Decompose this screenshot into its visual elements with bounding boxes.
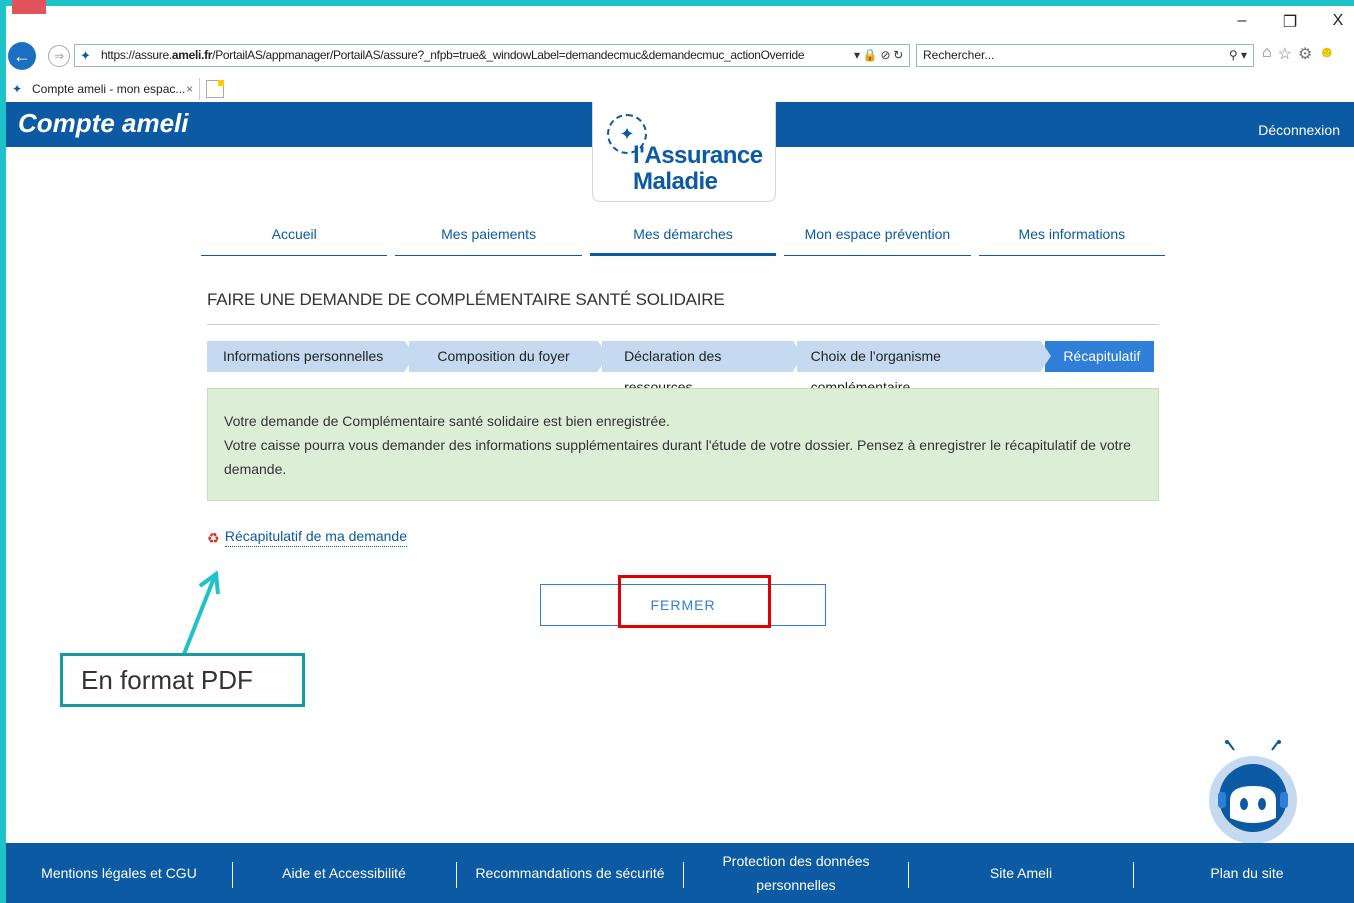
page-title: FAIRE UNE DEMANDE DE COMPLÉMENTAIRE SANT…	[207, 290, 725, 309]
assurance-maladie-logo[interactable]: ✦ l'Assurance Maladie	[592, 102, 776, 202]
step-composition-du-foyer[interactable]: Composition du foyer	[409, 341, 608, 372]
step-declaration-des-ressources[interactable]: Déclaration des ressources	[602, 341, 803, 395]
url-path: /PortailAS/appmanager/PortailAS/assure?_…	[212, 48, 805, 62]
tab-title: Compte ameli - mon espac...	[32, 82, 186, 96]
step-recapitulatif[interactable]: Récapitulatif	[1045, 341, 1154, 372]
step-informations-personnelles[interactable]: Informations personnelles	[207, 341, 416, 372]
back-arrow-icon[interactable]: ←	[8, 42, 36, 70]
logo-line1: l'Assurance	[633, 142, 763, 169]
alert-line1: Votre demande de Complémentaire santé so…	[224, 413, 670, 429]
address-bar[interactable]: ✦ https://assure.ameli.fr/PortailAS/appm…	[74, 44, 910, 67]
title-divider	[207, 324, 1159, 325]
pdf-link-label[interactable]: Récapitulatif de ma demande	[224, 528, 407, 547]
footer-aide-accessibilite[interactable]: Aide et Accessibilité	[274, 843, 414, 903]
url-prefix: https://assure.	[101, 48, 172, 62]
url-domain: ameli.fr	[171, 48, 213, 62]
logout-link[interactable]: Déconnexion	[1258, 122, 1340, 138]
highlight-box	[618, 575, 771, 628]
footer-recommandations-securite[interactable]: Recommandations de sécurité	[472, 843, 668, 903]
window-controls: – ❐ X	[1234, 12, 1346, 32]
alert-line2: Votre caisse pourra vous demander des in…	[224, 437, 1131, 477]
tab-favicon-icon: ✦	[12, 82, 23, 96]
footer-separator	[1133, 862, 1134, 888]
site-favicon-icon: ✦	[80, 48, 91, 63]
search-placeholder: Rechercher...	[923, 48, 995, 62]
search-input[interactable]: Rechercher... ⚲ ▾	[916, 44, 1254, 67]
success-alert: Votre demande de Complémentaire santé so…	[207, 388, 1159, 501]
browser-toolbar: ⌂ ☆ ⚙ ☻	[1262, 44, 1335, 64]
footer-site-ameli[interactable]: Site Ameli	[976, 843, 1066, 903]
annotation-arrow-icon	[182, 570, 220, 655]
browser-chrome: – ❐ X ← ⇒ ✦ https://assure.ameli.fr/Port…	[0, 0, 1354, 102]
annotation-label: En format PDF	[60, 653, 305, 707]
restore-button[interactable]: ❐	[1282, 12, 1298, 32]
smiley-icon[interactable]: ☻	[1318, 44, 1335, 64]
nav-mes-paiements[interactable]: Mes paiements	[395, 222, 582, 256]
frame-top-border	[0, 0, 1354, 6]
footer-separator	[456, 862, 457, 888]
footer-separator	[683, 862, 684, 888]
footer-separator	[232, 862, 233, 888]
address-tools-icon[interactable]: ▾ 🔒 ⊘ ↻	[850, 45, 903, 66]
frame-red-marker	[12, 0, 46, 14]
logo-line2: Maladie	[633, 168, 718, 195]
minimize-button[interactable]: –	[1234, 12, 1250, 32]
main-nav: Accueil Mes paiements Mes démarches Mon …	[201, 222, 1166, 256]
site-title[interactable]: Compte ameli	[18, 108, 189, 139]
new-tab-button[interactable]	[206, 80, 224, 98]
forward-arrow-icon[interactable]: ⇒	[48, 45, 70, 67]
footer-mentions-legales[interactable]: Mentions légales et CGU	[34, 843, 204, 903]
home-icon[interactable]: ⌂	[1262, 44, 1272, 64]
site-footer: Mentions légales et CGU Aide et Accessib…	[6, 843, 1354, 903]
star-icon[interactable]: ☆	[1278, 44, 1292, 64]
footer-separator	[908, 862, 909, 888]
frame-left-border	[0, 0, 6, 903]
nav-mes-informations[interactable]: Mes informations	[978, 222, 1166, 256]
nav-accueil[interactable]: Accueil	[201, 222, 388, 256]
search-icon[interactable]: ⚲ ▾	[1229, 45, 1247, 66]
nav-mon-espace-prevention[interactable]: Mon espace prévention	[784, 222, 971, 256]
footer-protection-donnees[interactable]: Protection des données personnelles	[714, 843, 878, 903]
tab-close-icon[interactable]: ×	[186, 78, 193, 100]
footer-plan-du-site[interactable]: Plan du site	[1202, 843, 1292, 903]
chatbot-mascot-icon[interactable]	[1208, 740, 1298, 850]
close-window-button[interactable]: X	[1330, 12, 1346, 32]
gear-icon[interactable]: ⚙	[1298, 44, 1312, 64]
pdf-icon: ♻	[207, 530, 220, 546]
nav-mes-demarches[interactable]: Mes démarches	[589, 222, 777, 256]
progress-stepper: Informations personnelles Composition du…	[207, 341, 1154, 395]
step-choix-organisme[interactable]: Choix de l'organisme complémentaire	[796, 341, 1051, 395]
pdf-recap-link[interactable]: ♻ Récapitulatif de ma demande	[207, 528, 407, 547]
browser-tab[interactable]: ✦ Compte ameli - mon espac... ×	[8, 78, 200, 100]
